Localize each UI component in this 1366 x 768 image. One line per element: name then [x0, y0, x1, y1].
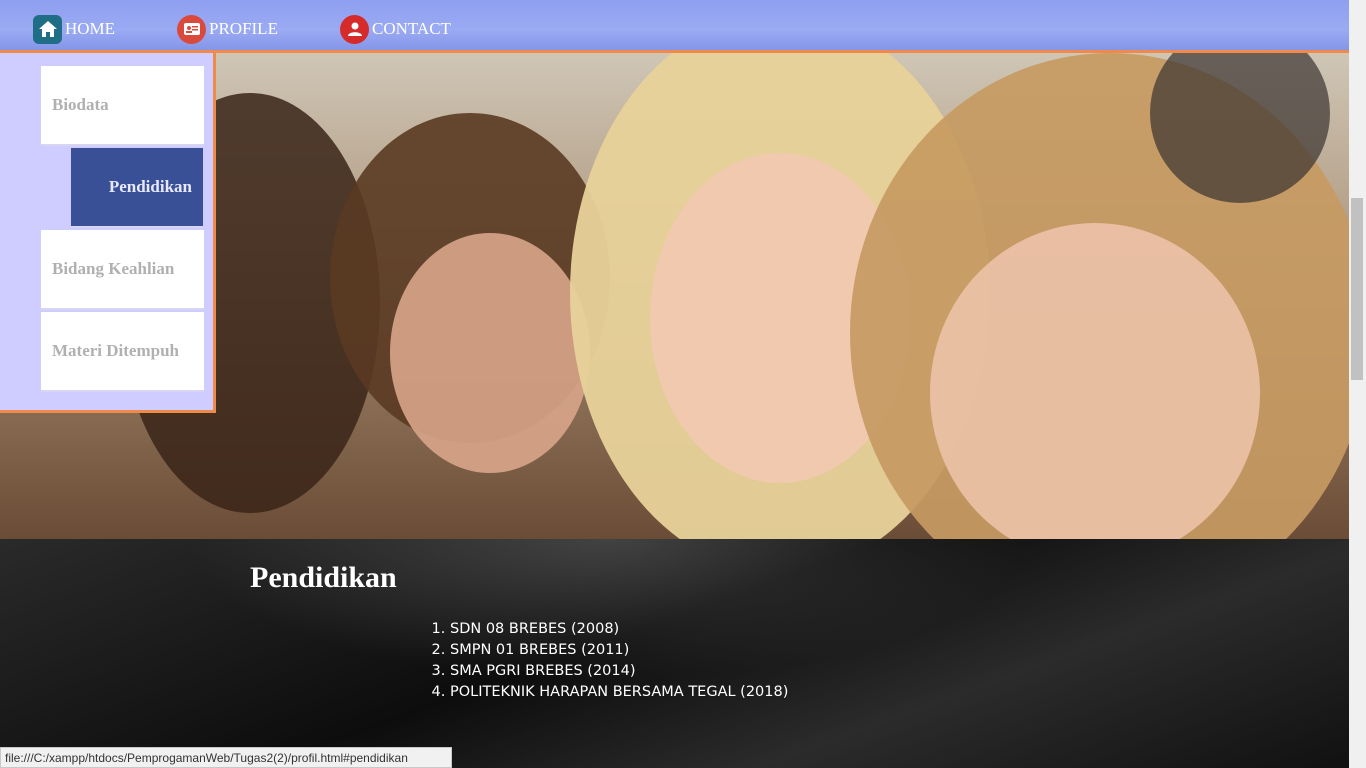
person-icon	[340, 14, 369, 44]
sidebar-item-label: Biodata	[52, 95, 109, 114]
photo-face	[390, 233, 590, 473]
vertical-scrollbar[interactable]	[1349, 0, 1366, 768]
nav-profile-label: PROFILE	[209, 19, 278, 38]
sidebar-item-bidang-keahlian[interactable]: Bidang Keahlian	[41, 230, 204, 310]
list-item: SDN 08 BREBES (2008)	[450, 619, 788, 640]
nav-contact-link[interactable]: CONTACT	[340, 14, 451, 44]
list-item: SMPN 01 BREBES (2011)	[450, 640, 788, 661]
nav-home-link[interactable]: HOME	[33, 14, 115, 44]
sidebar-item-label: Pendidikan	[108, 177, 192, 196]
list-item: POLITEKNIK HARAPAN BERSAMA TEGAL (2018)	[450, 682, 788, 703]
id-card-icon	[177, 14, 206, 44]
sidebar-item-materi-ditempuh[interactable]: Materi Ditempuh	[41, 312, 204, 392]
sidebar-item-label: Bidang Keahlian	[52, 259, 175, 278]
section-title: Pendidikan	[250, 561, 397, 594]
content-section: Pendidikan SDN 08 BREBES (2008) SMPN 01 …	[0, 539, 1349, 768]
sidebar-item-biodata[interactable]: Biodata	[41, 66, 204, 146]
home-icon	[33, 14, 62, 44]
sidebar-item-label: Materi Ditempuh	[52, 341, 180, 360]
sidebar-menu: Biodata Pendidikan Bidang Keahlian Mater…	[0, 53, 216, 413]
education-list: SDN 08 BREBES (2008) SMPN 01 BREBES (201…	[413, 619, 788, 703]
nav-profile-link[interactable]: PROFILE	[177, 14, 278, 44]
scrollbar-thumb[interactable]	[1351, 198, 1363, 380]
nav-contact-label: CONTACT	[372, 19, 451, 38]
nav-home-label: HOME	[65, 19, 116, 38]
status-bar-url: file:///C:/xampp/htdocs/PemprogamanWeb/T…	[0, 747, 452, 768]
list-item: SMA PGRI BREBES (2014)	[450, 661, 788, 682]
top-navigation: HOME PROFILE CONTACT	[0, 0, 1349, 53]
sidebar-item-pendidikan[interactable]: Pendidikan	[71, 148, 203, 228]
